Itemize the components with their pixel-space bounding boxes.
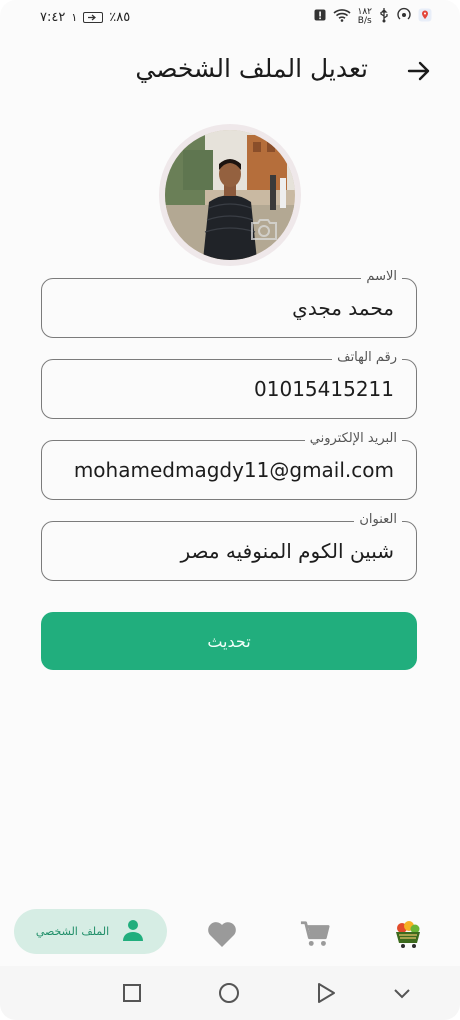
- alert-icon: [313, 8, 327, 26]
- data-speed-unit: B/s: [357, 16, 372, 26]
- phone-field[interactable]: رقم الهاتف 01015415211: [41, 350, 417, 419]
- battery-percent: ٪٨٥: [109, 9, 131, 25]
- app-header: تعديل الملف الشخصي: [0, 50, 460, 94]
- name-label: الاسم: [361, 269, 402, 285]
- usb-icon: [378, 7, 390, 27]
- page-title: تعديل الملف الشخصي: [135, 54, 368, 83]
- screen: ٧:٤٢ ١ ٪٨٥ ١٨٢ B/s تعديل الملف الشخصي ال…: [0, 0, 460, 1020]
- heart-icon[interactable]: [207, 919, 237, 949]
- person-icon: [121, 918, 145, 946]
- status-time: ٧:٤٢: [40, 9, 66, 25]
- cart-icon[interactable]: [300, 919, 330, 949]
- phone-label: رقم الهاتف: [332, 350, 402, 366]
- arrow-right-icon[interactable]: [404, 56, 434, 86]
- status-right: ١٨٢ B/s: [313, 7, 432, 27]
- name-input[interactable]: محمد مجدي: [292, 296, 394, 320]
- recents-icon[interactable]: [119, 980, 145, 1006]
- location-icon: [418, 8, 432, 26]
- hotspot-icon: [396, 7, 412, 27]
- battery-icon: [83, 11, 104, 23]
- name-field[interactable]: الاسم محمد مجدي: [41, 269, 417, 338]
- update-button[interactable]: تحديث: [41, 612, 417, 670]
- avatar-ring: [159, 124, 301, 266]
- system-nav-bar: [0, 966, 460, 1020]
- wifi-icon: [333, 8, 352, 26]
- back-icon[interactable]: [313, 980, 339, 1006]
- chevron-down-icon[interactable]: [389, 980, 415, 1006]
- address-input[interactable]: شبين الكوم المنوفيه مصر: [180, 539, 394, 563]
- status-bar: ٧:٤٢ ١ ٪٨٥ ١٨٢ B/s: [0, 0, 460, 34]
- data-speed: ١٨٢ B/s: [357, 8, 372, 26]
- address-field[interactable]: العنوان شبين الكوم المنوفيه مصر: [41, 512, 417, 581]
- nav-item-profile[interactable]: الملف الشخصي: [14, 909, 167, 954]
- bottom-nav: الملف الشخصي: [0, 905, 460, 961]
- camera-icon[interactable]: [249, 216, 279, 242]
- status-left: ٧:٤٢ ١ ٪٨٥: [40, 10, 130, 25]
- home-icon[interactable]: [216, 980, 242, 1006]
- phone-input[interactable]: 01015415211: [254, 377, 394, 401]
- email-input[interactable]: mohamedmagdy11@gmail.com: [74, 458, 394, 482]
- nav-profile-label: الملف الشخصي: [35, 925, 110, 938]
- email-field[interactable]: البريد الإلكتروني mohamedmagdy11@gmail.c…: [41, 431, 417, 500]
- home-logo-icon[interactable]: [393, 919, 423, 949]
- signal-icon: ١: [71, 10, 78, 24]
- email-label: البريد الإلكتروني: [304, 431, 402, 447]
- address-label: العنوان: [354, 512, 402, 528]
